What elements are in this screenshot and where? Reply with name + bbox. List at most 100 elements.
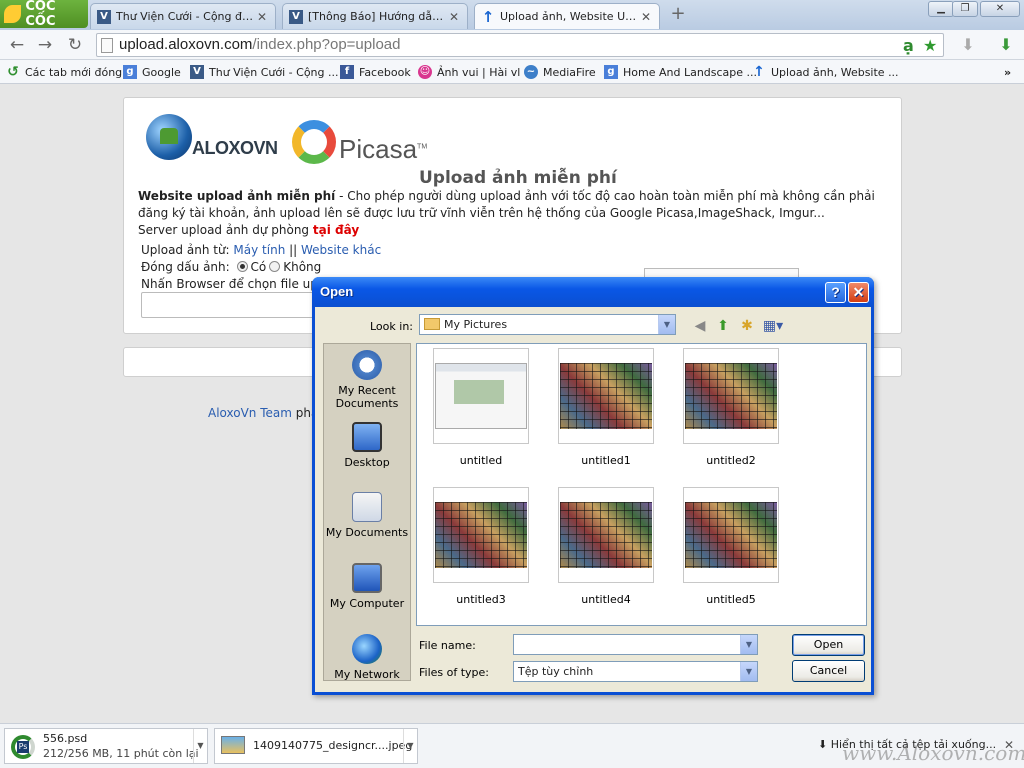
view-menu-icon[interactable]: ▦▾ bbox=[761, 317, 785, 335]
chevron-down-icon[interactable]: ▼ bbox=[740, 635, 757, 654]
bookmark-thu-vien-cuoi[interactable]: V Thư Viện Cưới - Cộng ... bbox=[190, 64, 339, 80]
dialog-title-bar[interactable]: Open ? ✕ bbox=[312, 277, 874, 307]
tab-title: [Thông Báo] Hướng dẫn cách bbox=[308, 10, 447, 23]
bookmark-google[interactable]: g Google bbox=[123, 64, 181, 80]
forward-button[interactable]: → bbox=[34, 35, 56, 55]
chevron-down-icon[interactable]: ▼ bbox=[740, 662, 757, 681]
source-computer-link[interactable]: Máy tính bbox=[233, 243, 285, 257]
tab-close-icon[interactable]: ✕ bbox=[255, 10, 269, 24]
my-documents-icon bbox=[352, 492, 382, 522]
look-in-select[interactable]: My Pictures ▼ bbox=[419, 314, 676, 335]
source-website-link[interactable]: Website khác bbox=[301, 243, 381, 257]
file-name-input[interactable]: ▼ bbox=[513, 634, 758, 655]
file-name-label: File name: bbox=[419, 639, 476, 652]
browse-hint: Nhấn Browser để chọn file uplo bbox=[141, 277, 329, 291]
tab-upload-anh[interactable]: ↑ Upload ảnh, Website Upload ✕ bbox=[474, 3, 660, 29]
tab-thong-bao[interactable]: V [Thông Báo] Hướng dẫn cách ✕ bbox=[282, 3, 468, 29]
coccoc-logo[interactable]: CỐC CỐC bbox=[0, 0, 88, 29]
page-heading: Upload ảnh miễn phí bbox=[419, 168, 617, 188]
up-folder-icon[interactable]: ⬆ bbox=[713, 317, 733, 335]
watermark-no-radio[interactable] bbox=[269, 261, 281, 272]
coccoc-dictionary-icon[interactable]: ạ bbox=[903, 37, 914, 55]
open-button[interactable]: Open bbox=[792, 634, 865, 656]
download-item-psd[interactable]: 556.psd 212/256 MB, 11 phút còn lại ▼ bbox=[4, 728, 208, 764]
bookmark-label: Google bbox=[142, 65, 181, 79]
tab-strip: CỐC CỐC V Thư Viện Cưới - Cộng đồng th ✕… bbox=[0, 0, 1024, 30]
bookmark-label: Ảnh vui | Hài vl bbox=[437, 65, 521, 79]
place-my-computer[interactable]: My Computer bbox=[324, 563, 410, 610]
my-computer-icon bbox=[352, 563, 382, 593]
watermark-yes-radio[interactable] bbox=[236, 261, 248, 272]
file-item[interactable]: untitled4 bbox=[558, 487, 654, 606]
bookmark-recent-tabs[interactable]: ↺ Các tab mới đóng bbox=[6, 64, 122, 80]
upload-source-label: Upload ảnh từ: bbox=[141, 243, 234, 257]
back-button[interactable]: ← bbox=[6, 35, 28, 55]
tab-title: Upload ảnh, Website Upload bbox=[500, 10, 639, 23]
bookmark-label: Home And Landscape ... bbox=[623, 65, 758, 79]
bookmark-label: Upload ảnh, Website ... bbox=[771, 65, 899, 79]
file-item[interactable]: untitled1 bbox=[558, 348, 654, 467]
file-item[interactable]: untitled2 bbox=[683, 348, 779, 467]
downloads-icon[interactable]: ⬇ bbox=[992, 34, 1020, 56]
more-bookmarks-button[interactable]: » bbox=[1004, 64, 1011, 80]
watermark-text: www.Aloxovn.com bbox=[842, 741, 1024, 765]
restore-button[interactable]: ❐ bbox=[952, 1, 978, 17]
backup-server-text: Server upload ảnh dự phòng bbox=[138, 223, 313, 237]
place-recent-documents[interactable]: My Recent Documents bbox=[324, 350, 410, 410]
help-icon[interactable]: ? bbox=[825, 282, 846, 303]
new-tab-button[interactable]: + bbox=[668, 4, 688, 24]
picasa-logo-icon bbox=[292, 120, 336, 164]
file-item[interactable]: untitled3 bbox=[433, 487, 529, 606]
chevron-down-icon[interactable]: ▼ bbox=[658, 315, 675, 334]
page-footer: AloxoVn Team phâ bbox=[208, 406, 319, 420]
aloxovn-logo-text: ALOXOVN bbox=[192, 138, 278, 158]
reload-button[interactable]: ↻ bbox=[64, 35, 86, 55]
bookmark-home-landscape[interactable]: g Home And Landscape ... bbox=[604, 64, 757, 80]
google-icon: g bbox=[123, 65, 137, 79]
team-link[interactable]: AloxoVn Team bbox=[208, 406, 292, 420]
file-thumbnail bbox=[558, 487, 654, 583]
bookmark-anh-vui[interactable]: ☺ Ảnh vui | Hài vl bbox=[418, 64, 520, 80]
chevron-down-icon[interactable]: ▼ bbox=[403, 729, 417, 763]
back-icon[interactable]: ◀ bbox=[690, 317, 710, 335]
tab-close-icon[interactable]: ✕ bbox=[447, 10, 461, 24]
file-thumbnail bbox=[558, 348, 654, 444]
place-my-documents[interactable]: My Documents bbox=[324, 492, 410, 539]
new-folder-icon[interactable]: ✱ bbox=[737, 317, 757, 335]
folder-icon bbox=[424, 318, 440, 330]
download-status: 212/256 MB, 11 phút còn lại bbox=[43, 747, 199, 760]
page-description: Website upload ảnh miễn phí - Cho phép n… bbox=[138, 188, 878, 239]
bookmark-upload-anh[interactable]: ↑ Upload ảnh, Website ... bbox=[752, 64, 899, 80]
chevron-down-icon[interactable]: ▼ bbox=[193, 729, 207, 763]
place-my-network[interactable]: My Network bbox=[324, 634, 410, 681]
tab-close-icon[interactable]: ✕ bbox=[639, 10, 653, 24]
save-video-icon[interactable]: ⬇ bbox=[954, 34, 982, 56]
download-item-jpeg[interactable]: 1409140775_designcr....jpeg ▼ bbox=[214, 728, 418, 764]
bookmark-star-icon[interactable]: ★ bbox=[923, 37, 937, 55]
backup-server-link[interactable]: tại đây bbox=[313, 223, 359, 237]
aloxovn-globe-icon bbox=[146, 114, 192, 160]
browser-toolbar: ← → ↻ upload.aloxovn.com/index.php?op=up… bbox=[0, 30, 1024, 60]
bookmark-mediafire[interactable]: ~ MediaFire bbox=[524, 64, 596, 80]
file-list[interactable]: untitled untitled1 untitled2 untitled3 u… bbox=[416, 343, 867, 626]
file-type-select[interactable]: Tệp tùy chỉnh ▼ bbox=[513, 661, 758, 682]
watermark-row: Đóng dấu ảnh: Có Không bbox=[141, 260, 322, 274]
minimize-button[interactable]: ▁ bbox=[928, 1, 954, 17]
address-bar[interactable]: upload.aloxovn.com/index.php?op=upload ạ… bbox=[96, 33, 944, 57]
cancel-button[interactable]: Cancel bbox=[792, 660, 865, 682]
place-desktop[interactable]: Desktop bbox=[324, 422, 410, 469]
file-item[interactable]: untitled5 bbox=[683, 487, 779, 606]
tab-thu-vien-cuoi[interactable]: V Thư Viện Cưới - Cộng đồng th ✕ bbox=[90, 3, 276, 29]
bookmark-facebook[interactable]: f Facebook bbox=[340, 64, 411, 80]
file-type-label: Files of type: bbox=[419, 666, 490, 679]
watermark-label: Đóng dấu ảnh: bbox=[141, 260, 234, 274]
site-favicon-icon: V bbox=[97, 9, 111, 24]
recent-tabs-icon: ↺ bbox=[7, 64, 19, 80]
file-thumbnail bbox=[683, 348, 779, 444]
url-text: upload.aloxovn.com/index.php?op=upload bbox=[119, 36, 401, 53]
photoshop-file-icon bbox=[11, 735, 35, 759]
close-icon[interactable]: ✕ bbox=[848, 282, 869, 303]
file-item[interactable]: untitled bbox=[433, 348, 529, 467]
download-name: 1409140775_designcr....jpeg bbox=[253, 739, 413, 752]
window-close-button[interactable]: ✕ bbox=[980, 1, 1020, 17]
